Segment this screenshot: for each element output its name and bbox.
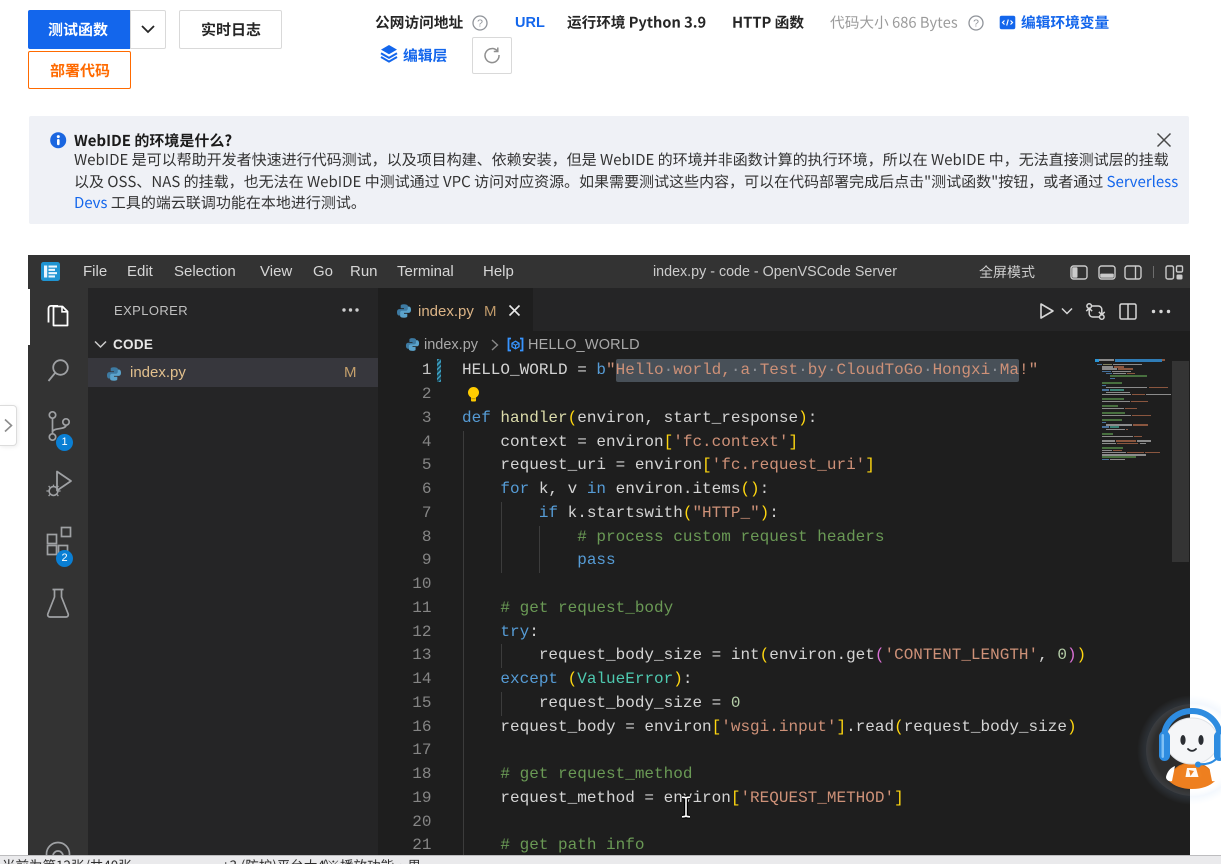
svg-text:?: ?: [477, 18, 483, 30]
svg-text:?: ?: [973, 18, 979, 30]
